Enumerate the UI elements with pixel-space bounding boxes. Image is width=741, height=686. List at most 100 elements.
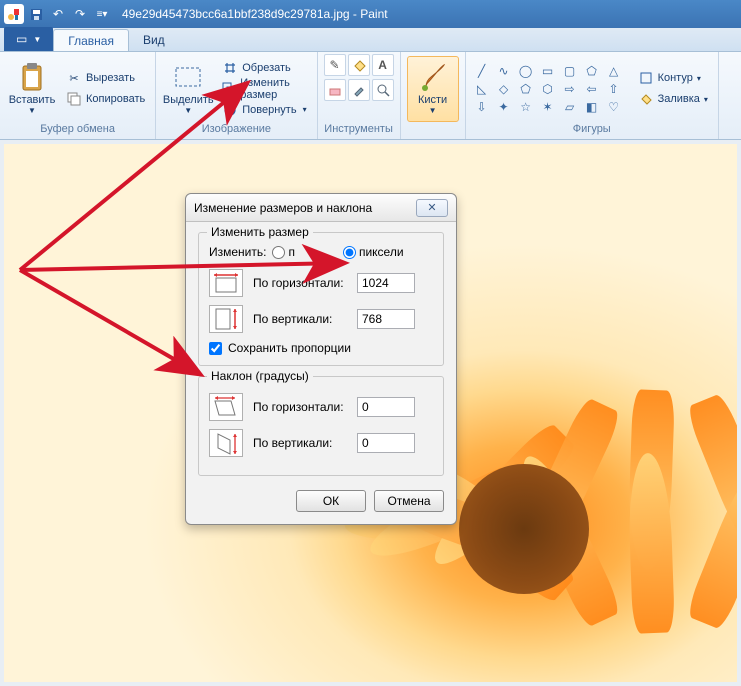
crop-icon [222,60,238,76]
shape-curve-icon[interactable]: ∿ [494,63,514,79]
shape-fill-button[interactable]: Заливка▾ [634,89,712,109]
close-icon: ✕ [427,201,436,214]
radio-pixels-input[interactable] [343,246,356,259]
shape-roundrect-icon[interactable]: ▢ [560,63,580,79]
dialog-titlebar[interactable]: Изменение размеров и наклона ✕ [186,194,456,222]
skew-vert-icon [209,429,243,457]
color-picker-tool[interactable] [348,79,370,101]
shape-pentagon-icon[interactable]: ⬠ [516,81,536,97]
paste-button[interactable]: Вставить ▼ [6,56,58,122]
save-icon[interactable] [26,4,46,24]
shape-triangle-icon[interactable]: △ [604,63,624,79]
more-button[interactable]: То [725,62,741,128]
keep-aspect-label: Сохранить пропорции [228,341,351,355]
tab-home[interactable]: Главная [53,29,129,51]
group-label-image: Изображение [162,123,310,137]
shape-hexagon-icon[interactable]: ⬡ [538,81,558,97]
skew-horiz-label: По горизонтали: [253,400,347,414]
select-button[interactable]: Выделить ▼ [162,56,214,122]
resize-vert-label: По вертикали: [253,312,347,326]
resize-icon [222,81,236,97]
resize-horiz-input[interactable] [357,273,415,293]
redo-icon[interactable]: ↷ [70,4,90,24]
skew-vert-label: По вертикали: [253,436,347,450]
radio-percent-input[interactable] [272,246,285,259]
radio-percent[interactable]: п [272,245,295,259]
ribbon: Вставить ▼ ✂ Вырезать Копировать Буфер о… [0,52,741,140]
file-tab[interactable]: ▭ ▼ [4,27,53,51]
pencil-tool[interactable]: ✎ [324,54,346,76]
shape-oval-icon[interactable]: ◯ [516,63,536,79]
resize-skew-dialog: Изменение размеров и наклона ✕ Изменить … [185,193,457,525]
chevron-down-icon: ▼ [28,106,36,115]
skew-fieldset: Наклон (градусы) По горизонтали: По верт… [198,376,444,476]
radio-pixels[interactable]: пиксели [343,245,404,259]
rotate-button[interactable]: Повернуть ▾ [218,100,310,120]
rotate-label: Повернуть [242,104,296,116]
crop-button[interactable]: Обрезать [218,58,310,78]
app-icon[interactable] [4,4,24,24]
dialog-close-button[interactable]: ✕ [416,199,448,217]
group-label-clipboard: Буфер обмена [6,123,149,137]
resize-vert-input[interactable] [357,309,415,329]
cancel-button[interactable]: Отмена [374,490,444,512]
tab-view[interactable]: Вид [129,29,179,51]
copy-label: Копировать [86,93,145,105]
chevron-down-icon: ▼ [184,106,192,115]
shape-star4-icon[interactable]: ✦ [494,99,514,115]
copy-button[interactable]: Копировать [62,89,149,109]
clipboard-icon [18,63,46,91]
resize-vert-icon [209,305,243,333]
skew-horiz-input[interactable] [357,397,415,417]
shape-leftarrow-icon[interactable]: ⇦ [582,81,602,97]
chevron-down-icon: ▼ [33,35,41,44]
shape-rect-icon[interactable]: ▭ [538,63,558,79]
group-tools: ✎ A Инструменты [318,52,401,139]
scissors-icon: ✂ [66,70,82,86]
shape-polygon-icon[interactable]: ⬠ [582,63,602,79]
skew-vert-input[interactable] [357,433,415,453]
select-icon [174,63,202,91]
titlebar: ↶ ↷ ≡▾ 49e29d45473bcc6a1bbf238d9c29781a.… [0,0,741,28]
text-tool[interactable]: A [372,54,394,76]
skew-horiz-icon [209,393,243,421]
shape-star6-icon[interactable]: ✶ [538,99,558,115]
copy-icon [66,91,82,107]
shape-rightarrow-icon[interactable]: ⇨ [560,81,580,97]
keep-aspect-checkbox[interactable] [209,342,222,355]
brush-icon [419,63,447,91]
shape-downarrow-icon[interactable]: ⇩ [472,99,492,115]
shape-callout2-icon[interactable]: ◧ [582,99,602,115]
qat-dropdown-icon[interactable]: ≡▾ [92,4,112,24]
shapes-gallery[interactable]: ╱ ∿ ◯ ▭ ▢ ⬠ △ ◺ ◇ ⬠ ⬡ ⇨ ⇦ ⇧ [472,63,624,115]
shape-callout-icon[interactable]: ▱ [560,99,580,115]
resize-button[interactable]: Изменить размер [218,79,310,99]
skew-legend: Наклон (градусы) [207,369,313,383]
outline-label: Контур [658,72,693,84]
shape-uparrow-icon[interactable]: ⇧ [604,81,624,97]
file-tab-icon: ▭ [16,32,27,46]
shape-rtriangle-icon[interactable]: ◺ [472,81,492,97]
shape-star5-icon[interactable]: ☆ [516,99,536,115]
shape-outline-button[interactable]: Контур▾ [634,68,712,88]
eraser-tool[interactable] [324,79,346,101]
shape-heart-icon[interactable]: ♡ [604,99,624,115]
undo-icon[interactable]: ↶ [48,4,68,24]
resize-horiz-icon [209,269,243,297]
fill-icon [638,91,654,107]
group-label-shapes: Фигуры [472,123,712,137]
cut-label: Вырезать [86,72,135,84]
fill-tool[interactable] [348,54,370,76]
title-app: Paint [360,7,387,21]
brushes-button[interactable]: Кисти ▼ [407,56,459,122]
resize-legend: Изменить размер [207,225,313,239]
magnifier-tool[interactable] [372,79,394,101]
shape-diamond-icon[interactable]: ◇ [494,81,514,97]
shape-line-icon[interactable]: ╱ [472,63,492,79]
window-title: 49e29d45473bcc6a1bbf238d9c29781a.jpg - P… [122,7,388,21]
cut-button[interactable]: ✂ Вырезать [62,68,149,88]
ok-button[interactable]: ОК [296,490,366,512]
resize-label: Изменить размер [240,77,306,101]
select-label: Выделить [163,94,214,106]
resize-fieldset: Изменить размер Изменить: п пиксели По г… [198,232,444,366]
